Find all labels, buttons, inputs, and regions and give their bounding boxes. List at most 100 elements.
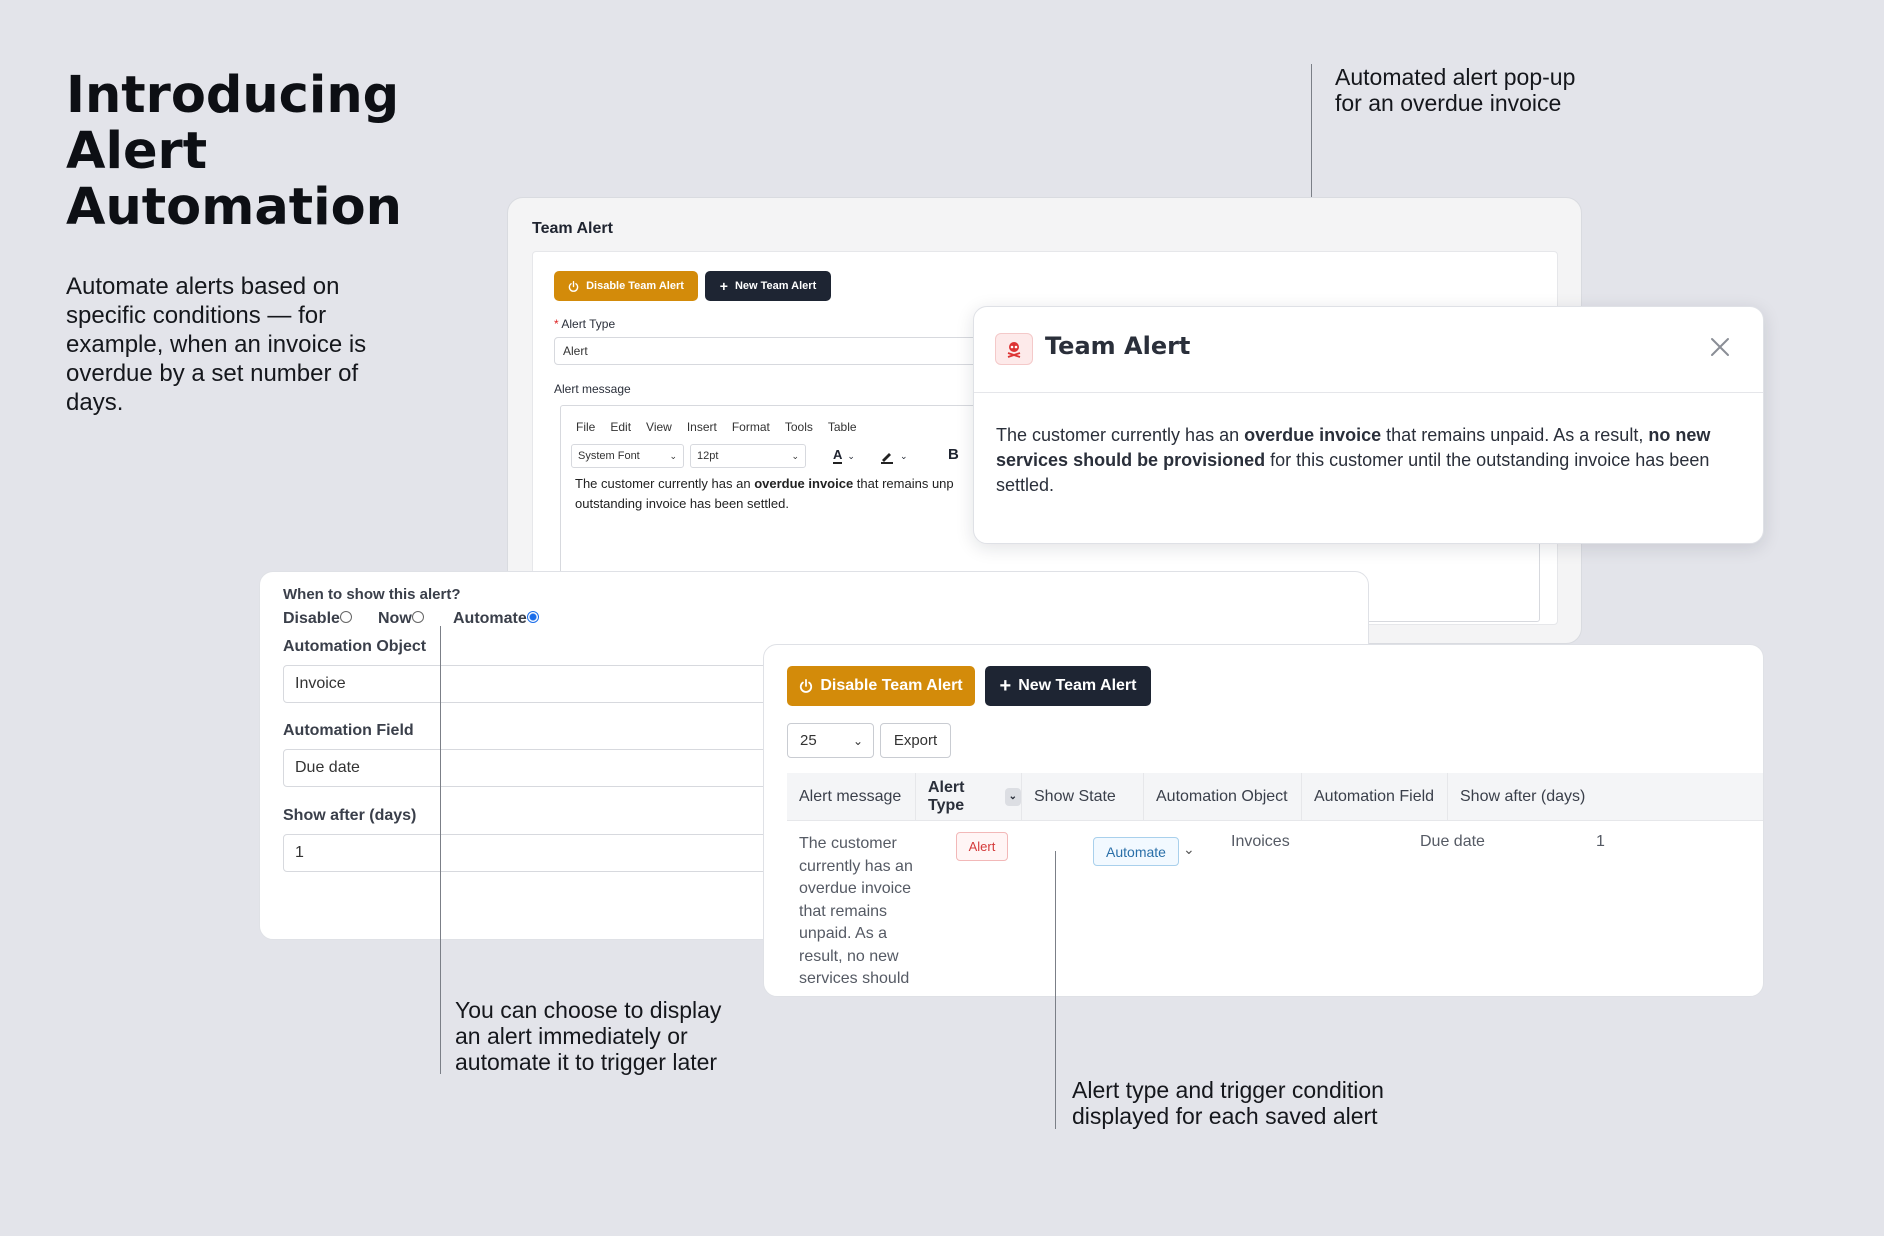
power-icon — [800, 679, 813, 693]
disable-team-alert-button[interactable]: Disable Team Alert — [787, 666, 975, 706]
show-option-now[interactable]: Now — [378, 610, 424, 628]
message-line: that remains — [799, 902, 888, 920]
chevron-down-icon: ⌄ — [791, 450, 799, 461]
new-button-label: New Team Alert — [1018, 677, 1137, 694]
chevron-down-icon[interactable]: ⌄ — [1004, 787, 1021, 806]
column-automation-field[interactable]: Automation Field — [1302, 773, 1448, 820]
column-automation-object[interactable]: Automation Object — [1144, 773, 1302, 820]
alert-type-text: Alert — [968, 839, 996, 854]
page-size-value: 25 — [800, 732, 817, 749]
message-line: currently has an — [799, 857, 913, 875]
menu-edit[interactable]: Edit — [610, 420, 631, 434]
show-after-value: 1 — [295, 844, 304, 861]
show-state-text: Automate — [1106, 843, 1166, 860]
radio-automate[interactable] — [526, 611, 539, 623]
column-show-after[interactable]: Show after (days) — [1448, 773, 1608, 820]
show-state-badge[interactable]: Automate — [1093, 837, 1179, 866]
column-label: Alert message — [799, 787, 902, 805]
skull-icon — [995, 333, 1033, 365]
editor-content[interactable]: The customer currently has an overdue in… — [575, 474, 995, 514]
type-annotation: Alert type and trigger condition display… — [1072, 1077, 1384, 1129]
text-color-button[interactable]: A ⌄ — [833, 446, 873, 466]
automation-field-label: Automation Field — [283, 722, 414, 739]
popup-text: that remains unpaid. As a result, — [1381, 425, 1649, 445]
automation-object-field[interactable]: Invoice — [283, 665, 803, 703]
cell-automation-object: Invoices — [1231, 833, 1290, 850]
new-team-alert-button[interactable]: + New Team Alert — [985, 666, 1151, 706]
popup-title: Team Alert — [1045, 332, 1191, 360]
new-team-alert-button[interactable]: + New Team Alert — [705, 271, 831, 301]
required-mark: * — [554, 317, 559, 331]
show-option-automate[interactable]: Automate — [453, 610, 539, 628]
close-icon[interactable] — [1707, 334, 1733, 360]
font-size-select[interactable]: 12pt ⌄ — [690, 444, 806, 468]
editor-bold-text: overdue invoice — [754, 476, 854, 491]
show-after-field[interactable]: 1 — [283, 834, 803, 872]
font-family-select[interactable]: System Font ⌄ — [571, 444, 684, 468]
choose-annotation-line — [440, 626, 441, 1074]
radio-disable[interactable] — [339, 611, 352, 623]
show-after-label: Show after (days) — [283, 807, 417, 824]
choose-annotation: You can choose to display an alert immed… — [455, 997, 722, 1075]
intro-description: Automate alerts based on specific condit… — [66, 273, 367, 416]
menu-tools[interactable]: Tools — [785, 420, 813, 434]
bold-button[interactable]: B — [948, 446, 959, 463]
column-label: Show State — [1034, 787, 1116, 805]
column-show-state[interactable]: Show State — [1022, 773, 1144, 820]
chevron-down-icon: ⌄ — [847, 450, 855, 461]
column-label: Automation Object — [1156, 787, 1288, 805]
menu-table[interactable]: Table — [828, 420, 857, 434]
chevron-down-icon[interactable]: ⌄ — [1183, 841, 1195, 858]
plus-icon: + — [719, 278, 728, 294]
power-icon — [568, 280, 579, 292]
cell-show-after: 1 — [1596, 833, 1605, 850]
message-line: The customer — [799, 835, 897, 852]
highlighter-icon — [881, 453, 893, 464]
text-color-icon: A — [833, 447, 843, 464]
menu-file[interactable]: File — [576, 420, 595, 434]
type-annotation-line — [1055, 851, 1056, 1129]
chevron-down-icon: ⌄ — [852, 733, 863, 748]
when-to-show-label: When to show this alert? — [283, 586, 461, 603]
editor-text: that remains unp — [853, 476, 954, 491]
font-family-value: System Font — [578, 450, 640, 462]
column-label: Alert Type — [928, 778, 965, 814]
column-alert-message[interactable]: Alert message — [787, 773, 916, 820]
disable-team-alert-button[interactable]: Disable Team Alert — [554, 271, 698, 301]
alert-type-select[interactable]: Alert — [554, 337, 1004, 365]
alert-type-badge: Alert — [956, 832, 1008, 861]
menu-format[interactable]: Format — [732, 420, 770, 434]
editor-card-title: Team Alert — [532, 220, 613, 237]
editor-line-2: outstanding invoice has been settled. — [575, 496, 789, 511]
column-label: Automation Field — [1314, 787, 1435, 805]
cell-automation-field: Due date — [1420, 833, 1485, 850]
show-option-disable[interactable]: Disable — [283, 610, 352, 628]
export-button[interactable]: Export — [880, 723, 951, 758]
editor-text: The customer currently has an — [575, 476, 755, 491]
cell-alert-message: The customer currently has an overdue in… — [799, 833, 919, 991]
alert-type-value: Alert — [563, 344, 588, 358]
highlight-color-button[interactable]: ⌄ — [879, 446, 919, 466]
editor-menubar: File Edit View Insert Format Tools Table — [576, 418, 872, 436]
alert-type-label: * Alert Type — [554, 317, 615, 331]
message-line: services should — [799, 970, 910, 987]
automation-object-label: Automation Object — [283, 638, 427, 655]
disable-button-label: Disable Team Alert — [820, 677, 963, 694]
column-label: Show after (days) — [1460, 787, 1586, 805]
option-label: Automate — [453, 610, 527, 627]
team-alert-popup: Team Alert The customer currently has an… — [973, 306, 1764, 544]
column-alert-type[interactable]: Alert Type ⌄ — [916, 773, 1022, 820]
radio-now[interactable] — [411, 611, 424, 623]
automation-field-value: Due date — [295, 759, 360, 776]
editor-line-1: The customer currently has an overdue in… — [575, 474, 995, 494]
popup-text: The customer currently has an — [996, 425, 1245, 445]
message-line: result, no new — [799, 947, 899, 965]
page-size-select[interactable]: 25 ⌄ — [787, 723, 874, 758]
automation-field-field[interactable]: Due date — [283, 749, 803, 787]
alert-message-label: Alert message — [554, 382, 631, 396]
menu-view[interactable]: View — [646, 420, 672, 434]
option-label: Now — [378, 610, 412, 627]
chevron-down-icon: ⌄ — [669, 450, 677, 461]
option-label: Disable — [283, 610, 340, 627]
menu-insert[interactable]: Insert — [687, 420, 717, 434]
